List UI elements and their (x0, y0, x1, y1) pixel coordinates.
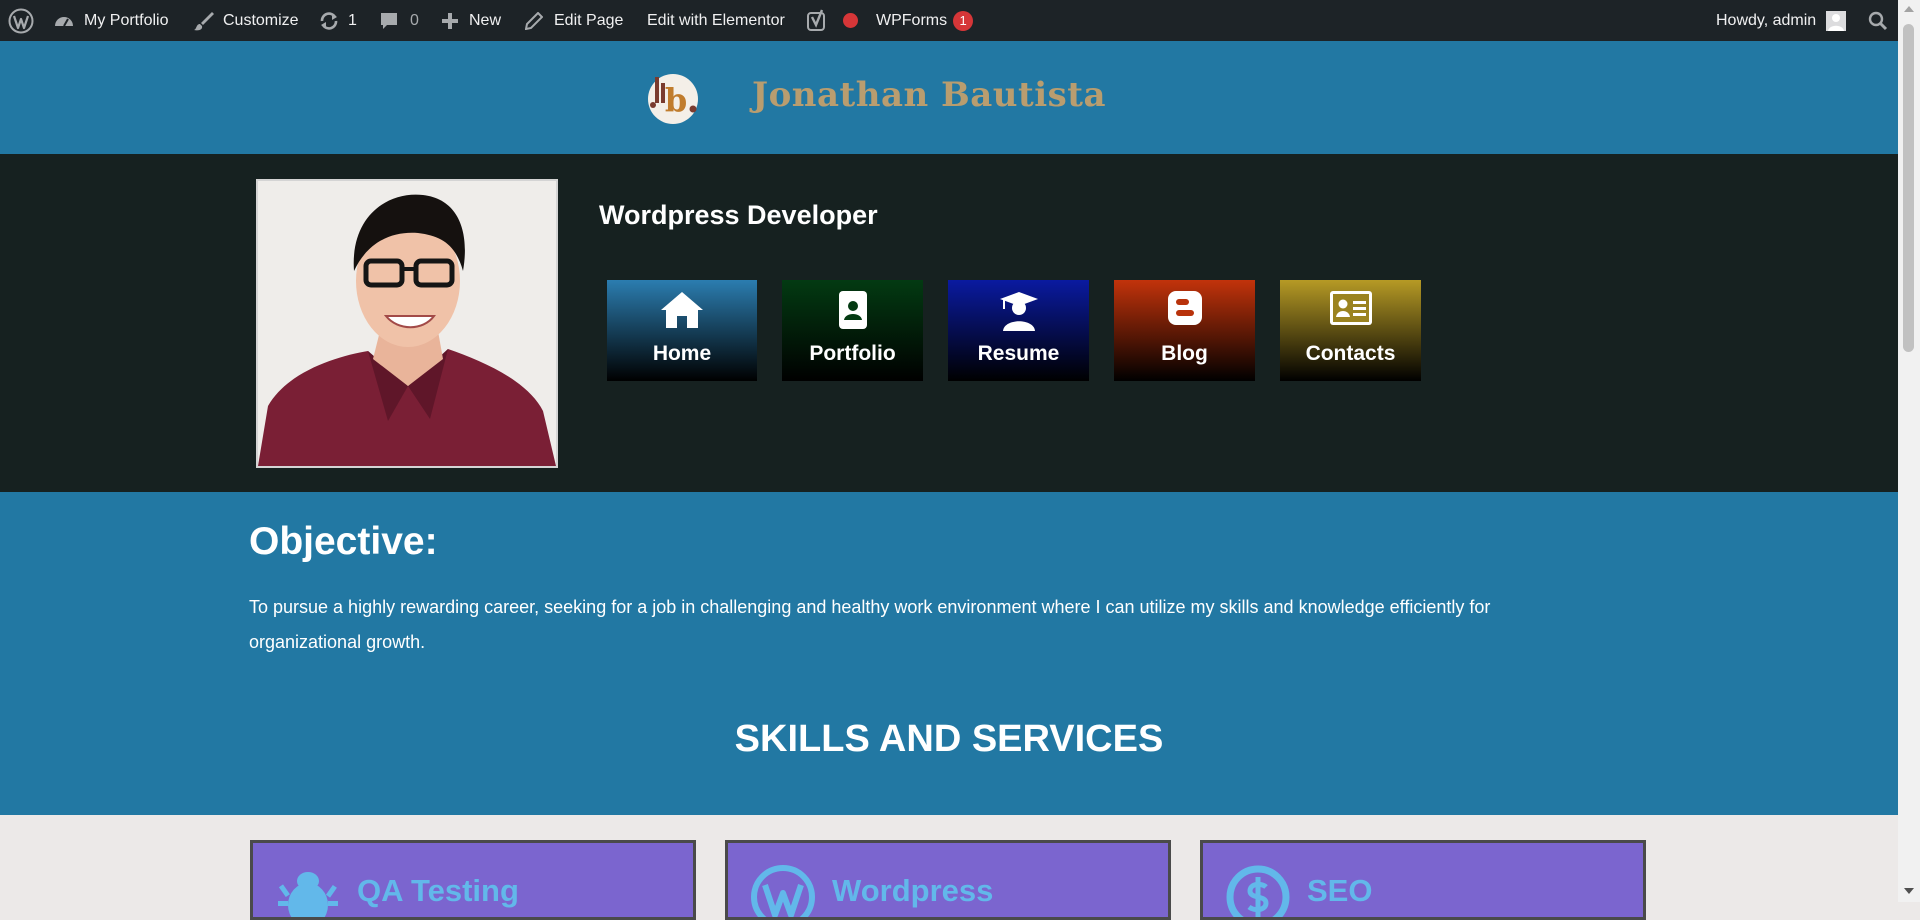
nav-blog-label: Blog (1161, 342, 1208, 365)
scroll-up-arrow-icon[interactable] (1904, 6, 1914, 12)
comments-count: 0 (410, 11, 419, 29)
updates-count: 1 (348, 11, 357, 29)
customize-menu[interactable]: Customize (193, 0, 299, 41)
wordpress-logo-icon[interactable] (8, 0, 34, 41)
avatar (1826, 10, 1847, 31)
plus-icon (441, 12, 459, 30)
nav-home-label: Home (652, 342, 712, 365)
blogger-icon (1114, 290, 1255, 332)
brush-icon (193, 10, 215, 32)
admin-bar: My Portfolio Customize 1 0 New Edit Page… (0, 0, 1920, 41)
objective-text: To pursue a highly rewarding career, see… (249, 597, 1491, 652)
skill-title-seo: SEO (1307, 873, 1373, 908)
nav-portfolio-button[interactable]: Portfolio (782, 280, 923, 381)
skill-card-qa-testing[interactable]: QA Testing (250, 840, 696, 920)
comments-menu[interactable]: 0 (379, 0, 419, 41)
edit-page-label: Edit Page (554, 11, 624, 29)
new-label: New (469, 11, 502, 29)
hero-section: Wordpress Developer Home Portfolio Resum… (0, 154, 1898, 492)
comment-icon (379, 11, 399, 31)
wpforms-notification-badge: 1 (953, 10, 974, 31)
howdy-label: Howdy, admin (1716, 11, 1817, 29)
updates-menu[interactable]: 1 (318, 0, 357, 41)
logo-letter: b (665, 81, 687, 119)
nav-contacts-button[interactable]: Contacts (1280, 280, 1421, 381)
objective-heading: Objective: (249, 520, 438, 563)
refresh-icon (318, 11, 340, 31)
edit-elementor-label: Edit with Elementor (647, 11, 785, 29)
dollar-icon (1226, 865, 1290, 917)
wpforms-label: WPForms (876, 11, 948, 29)
nav-blog-button[interactable]: Blog (1114, 280, 1255, 381)
nav-resume-label: Resume (977, 342, 1060, 365)
job-title: Wordpress Developer (599, 200, 878, 230)
account-menu[interactable]: Howdy, admin (1716, 0, 1847, 41)
page-scrollbar[interactable] (1898, 0, 1920, 902)
skill-title-qa-testing: QA Testing (357, 873, 519, 908)
pencil-icon (525, 11, 543, 30)
wordpress-icon (751, 865, 815, 917)
skill-card-seo[interactable]: SEO (1200, 840, 1646, 920)
site-logo[interactable]: b (643, 69, 703, 129)
portfolio-icon (782, 290, 923, 332)
nav-home-button[interactable]: Home (607, 280, 757, 381)
home-icon (607, 290, 757, 332)
site-name-label: My Portfolio (84, 11, 169, 29)
bug-icon (276, 865, 340, 917)
recording-dot-icon[interactable] (843, 0, 858, 41)
nav-portfolio-label: Portfolio (809, 342, 896, 365)
site-header: b Jonathan Bautista (0, 41, 1898, 154)
edit-page-link[interactable]: Edit Page (525, 0, 623, 41)
scroll-thumb[interactable] (1903, 24, 1914, 352)
profile-photo (256, 179, 558, 468)
new-content-menu[interactable]: New (441, 0, 501, 41)
wpforms-menu[interactable]: WPForms 1 (876, 0, 974, 41)
site-name-menu[interactable]: My Portfolio (53, 0, 168, 41)
edit-with-elementor-link[interactable]: Edit with Elementor (647, 0, 785, 41)
skills-heading: SKILLS AND SERVICES (734, 718, 1164, 760)
contact-card-icon (1280, 290, 1421, 332)
skill-card-wordpress[interactable]: Wordpress (725, 840, 1171, 920)
customize-label: Customize (223, 11, 299, 29)
objective-section: Objective: To pursue a highly rewarding … (0, 492, 1898, 815)
nav-contacts-label: Contacts (1305, 342, 1396, 365)
dashboard-icon (53, 11, 75, 31)
graduate-icon (948, 290, 1089, 332)
yoast-icon[interactable] (807, 0, 829, 41)
site-title[interactable]: Jonathan Bautista (752, 75, 1106, 115)
nav-resume-button[interactable]: Resume (948, 280, 1089, 381)
search-icon[interactable] (1868, 0, 1888, 41)
scroll-down-arrow-icon[interactable] (1904, 888, 1914, 894)
skill-title-wordpress: Wordpress (832, 873, 994, 908)
